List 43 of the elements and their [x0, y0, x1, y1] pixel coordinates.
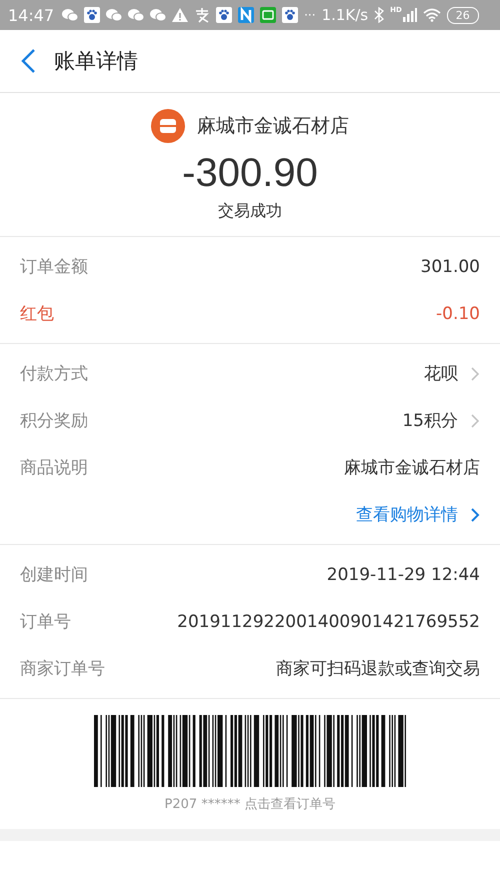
- chat-icon: [150, 8, 166, 22]
- row-value: 麻城市金诚石材店: [344, 457, 480, 479]
- bluetooth-icon: [374, 7, 384, 23]
- signal-icon: [402, 8, 417, 22]
- chat-icon: [62, 8, 78, 22]
- row-label: 红包: [20, 303, 54, 325]
- chat-icon: [128, 8, 144, 22]
- warning-icon: [172, 8, 188, 22]
- pay-icon: [194, 7, 210, 23]
- row-value: 商家可扫码退款或查询交易: [276, 658, 480, 680]
- row-label: 付款方式: [20, 363, 88, 385]
- barcode-drawing[interactable]: [94, 715, 406, 787]
- more-indicator: ···: [304, 8, 316, 22]
- shopping-details-link[interactable]: 查看购物详情: [356, 503, 458, 526]
- battery-indicator: 26: [446, 6, 479, 24]
- amount: -300.90: [182, 150, 318, 197]
- page-title: 账单详情: [54, 48, 138, 75]
- tv-icon: [260, 7, 276, 23]
- row-label: 订单金额: [20, 256, 88, 278]
- wifi-icon: [422, 8, 441, 22]
- row-label: 创建时间: [20, 564, 88, 586]
- row-value: 2019112922001400901421769552: [177, 612, 480, 632]
- network-speed: 1.1K/s: [322, 6, 368, 24]
- chat-icon: [106, 8, 122, 22]
- back-icon[interactable]: [20, 48, 36, 74]
- row-value: 301.00: [420, 256, 480, 276]
- row-label: 商家订单号: [20, 658, 105, 680]
- status-time: 14:47: [8, 6, 54, 24]
- row-label: 商品说明: [20, 457, 88, 479]
- paw-icon: [216, 7, 232, 23]
- row-value: 2019-11-29 12:44: [326, 564, 480, 584]
- app-icon: [238, 7, 254, 23]
- row-value: -0.10: [436, 304, 480, 324]
- row-label: 订单号: [20, 611, 71, 633]
- row-label: 积分奖励: [20, 410, 88, 432]
- shop-icon: [151, 109, 185, 143]
- row-value: 15积分: [402, 410, 458, 432]
- row-value: 花呗: [424, 363, 458, 385]
- merchant-name: 麻城市金诚石材店: [197, 114, 349, 139]
- paw-icon: [282, 7, 298, 23]
- paw-icon: [84, 7, 100, 23]
- transaction-status: 交易成功: [218, 201, 282, 222]
- barcode-caption[interactable]: P207 ****** 点击查看订单号: [164, 795, 336, 813]
